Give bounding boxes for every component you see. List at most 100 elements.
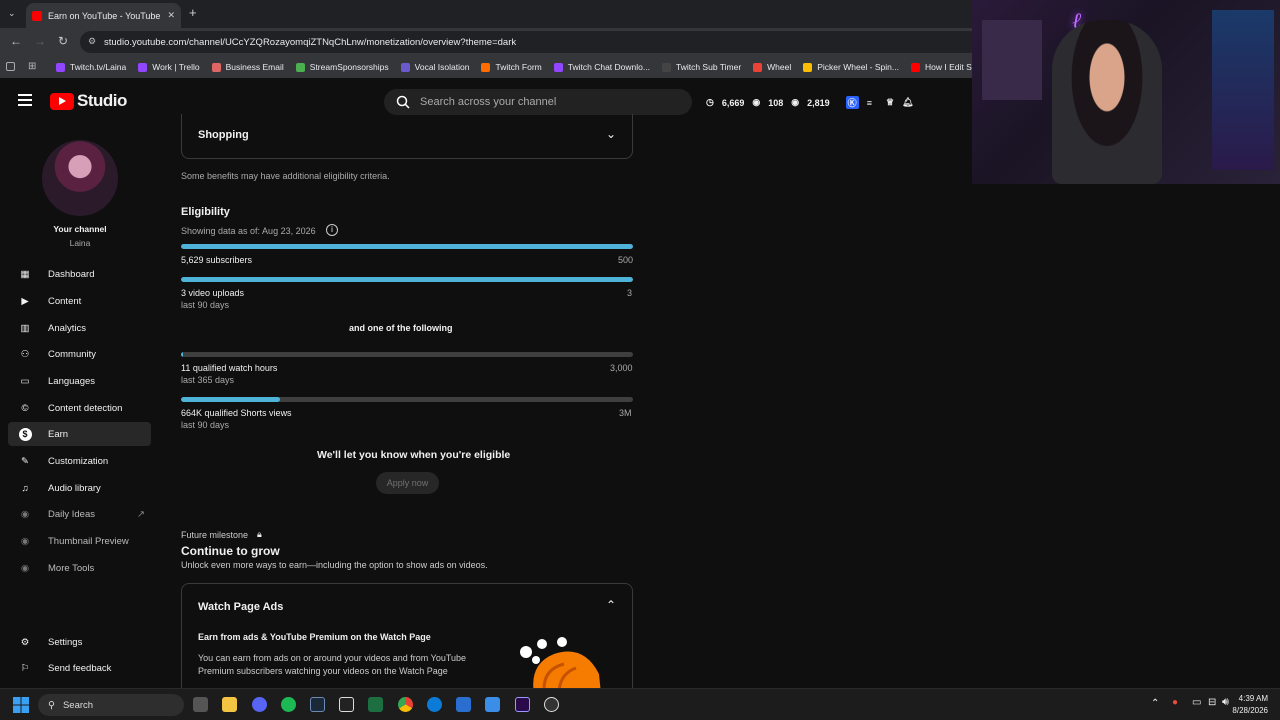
capcut-icon[interactable] <box>339 697 354 712</box>
sidebar-item-dashboard[interactable]: ▦ Dashboard <box>8 262 151 286</box>
steam-icon[interactable] <box>310 697 325 712</box>
bookmark-item[interactable]: Work | Trello <box>138 62 200 72</box>
bookmark-favicon-icon <box>400 62 410 72</box>
watch-hours-requirement: 11 qualified watch hours <box>181 363 278 373</box>
bookmark-item[interactable]: Business Email <box>211 62 284 72</box>
site-info-icon[interactable]: ⚙ <box>88 36 96 47</box>
bookmark-label: Twitch Chat Downlo... <box>567 62 650 72</box>
bookmark-item[interactable]: Twitch.tv/Laina <box>56 62 126 72</box>
shorts-views-requirement: 664K qualified Shorts views <box>181 408 292 418</box>
forward-icon[interactable]: → <box>34 34 46 48</box>
studio-logo[interactable]: Studio <box>50 91 127 111</box>
paint-icon[interactable] <box>485 697 500 712</box>
watch-hours-progress-bar <box>181 352 633 357</box>
bookmark-label: Twitch Sub Timer <box>675 62 742 72</box>
channel-avatar[interactable] <box>42 140 118 216</box>
url-field[interactable]: ⚙ studio.youtube.com/channel/UCcYZQRozay… <box>80 31 980 53</box>
sidebar-item-send-feedback[interactable]: ⚐ Send feedback <box>8 656 151 680</box>
chevron-down-icon[interactable]: ⌄ <box>606 127 616 141</box>
excel-icon[interactable] <box>368 697 383 712</box>
channel-search-input[interactable]: Search across your channel <box>384 89 692 115</box>
sidebar-item-analytics[interactable]: ▥ Analytics <box>8 316 151 340</box>
browser-tab-active[interactable]: Earn on YouTube - YouTube Studio ✕ <box>26 3 181 28</box>
app-icon[interactable] <box>456 697 471 712</box>
shopping-card[interactable]: Shopping ⌄ <box>181 114 633 159</box>
premiere-pro-icon[interactable] <box>515 697 530 712</box>
monetization-overview: Shopping ⌄ Some benefits may have additi… <box>160 114 972 703</box>
volume-icon[interactable]: 🔊︎ <box>1222 696 1229 709</box>
lock-icon: 🔒︎ <box>257 529 262 539</box>
obs-icon[interactable] <box>544 697 559 712</box>
sidebar-item-label: Customization <box>48 455 109 467</box>
channel-stats: ◷ 6,669 ◉ 108 ◉ 2,819 Ⓚ ≡ ♕ 🔔︎ <box>706 96 913 109</box>
bookmark-item[interactable]: Twitch Sub Timer <box>661 62 742 72</box>
earn-ads-desc-2: Premium subscribers watching your videos… <box>198 666 448 676</box>
bookmark-item[interactable]: Vocal Isolation <box>400 62 469 72</box>
hamburger-menu-icon[interactable] <box>18 94 32 106</box>
display-icon[interactable]: ▭ <box>1192 697 1201 708</box>
subscribers-progress-bar <box>181 244 633 249</box>
back-icon[interactable]: ← <box>10 34 22 48</box>
sidebar-item-thumbnail-preview[interactable]: ◉ Thumbnail Preview <box>8 529 151 553</box>
list-icon[interactable]: ≡ <box>867 98 872 108</box>
sidebar-item-audio-library[interactable]: ♫ Audio library <box>8 476 151 500</box>
chrome-icon[interactable] <box>398 697 413 712</box>
gear-icon: ⚙ <box>20 636 30 648</box>
bookmark-item[interactable]: Twitch Chat Downlo... <box>553 62 650 72</box>
sidebar-item-languages[interactable]: ▭ Languages <box>8 369 151 393</box>
external-link-icon: ↗ <box>137 508 145 520</box>
network-icon[interactable]: ⊟ <box>1208 697 1216 708</box>
bookmark-favicon-icon <box>295 62 305 72</box>
spotify-icon[interactable] <box>281 697 296 712</box>
info-icon[interactable]: i <box>326 224 338 236</box>
search-placeholder: Search across your channel <box>420 96 557 108</box>
bookmark-item[interactable]: StreamSponsorships <box>295 62 389 72</box>
microphone-icon[interactable]: ● <box>1172 697 1178 708</box>
community-icon: ⚇ <box>20 348 30 360</box>
discord-icon[interactable] <box>252 697 267 712</box>
your-channel-label[interactable]: Your channel <box>0 224 160 234</box>
continue-subtitle: Unlock even more ways to earn—including … <box>181 560 488 570</box>
bookmark-folder-icon[interactable] <box>6 62 15 71</box>
youtube-logo-icon <box>50 92 74 110</box>
edge-icon[interactable] <box>427 697 442 712</box>
clock-date: 8/28/2026 <box>1232 706 1268 715</box>
sidebar-item-content-detection[interactable]: © Content detection <box>8 396 151 420</box>
sidebar-item-customization[interactable]: ✎ Customization <box>8 449 151 473</box>
close-tab-icon[interactable]: ✕ <box>167 10 175 21</box>
achievement-icon[interactable]: ♕ <box>886 97 894 108</box>
bookmark-item[interactable]: Picker Wheel - Spin... <box>803 62 899 72</box>
apply-now-button[interactable]: Apply now <box>376 472 439 494</box>
windows-start-icon[interactable] <box>13 697 29 713</box>
sidebar-item-daily-ideas[interactable]: ◉ Daily Ideas ↗ <box>8 502 151 526</box>
sidebar-item-content[interactable]: ▶ Content <box>8 289 151 313</box>
bookmark-item[interactable]: Wheel <box>753 62 791 72</box>
tray-chevron-up-icon[interactable]: ⌃ <box>1151 698 1159 709</box>
taskbar-search[interactable]: ⚲ Search <box>38 694 184 716</box>
extension-icon[interactable]: Ⓚ <box>845 96 859 109</box>
sidebar-item-more-tools[interactable]: ◉ More Tools <box>8 556 151 580</box>
system-clock[interactable]: 4:39 AM 8/28/2026 <box>1232 693 1268 717</box>
bookmark-label: StreamSponsorships <box>309 62 389 72</box>
apps-grid-icon[interactable]: ⊞ <box>28 61 36 72</box>
bookmark-favicon-icon <box>138 62 148 72</box>
sidebar-item-community[interactable]: ⚇ Community <box>8 342 151 366</box>
file-explorer-icon[interactable] <box>222 697 237 712</box>
task-view-icon[interactable] <box>193 697 208 712</box>
chevron-up-icon[interactable]: ⌃ <box>606 598 616 612</box>
watch-page-ads-card: Watch Page Ads ⌃ Earn from ads & YouTube… <box>181 583 633 703</box>
reload-icon[interactable]: ↻ <box>58 34 68 48</box>
content-icon: ▶ <box>21 295 29 307</box>
benefits-note: Some benefits may have additional eligib… <box>181 171 390 181</box>
subscribers-stat-icon: ◷ <box>706 97 714 107</box>
shorts-views-progress-fill <box>181 397 281 402</box>
new-tab-icon[interactable]: + <box>189 5 197 20</box>
notifications-bell-icon[interactable]: 🔔︎ <box>902 97 913 108</box>
bookmark-item[interactable]: Twitch Form <box>481 62 542 72</box>
bookmark-favicon-icon <box>910 62 920 72</box>
shelf-right <box>1212 10 1274 170</box>
tab-list-icon[interactable]: ⌄ <box>8 8 16 19</box>
windows-taskbar: ⚲ Search ⌃ ● ▭ ⊟ 🔊︎ 4:39 AM 8/28/2026 <box>0 688 1280 720</box>
sidebar-item-earn[interactable]: $ Earn <box>8 422 151 446</box>
sidebar-item-settings[interactable]: ⚙ Settings <box>8 630 151 654</box>
